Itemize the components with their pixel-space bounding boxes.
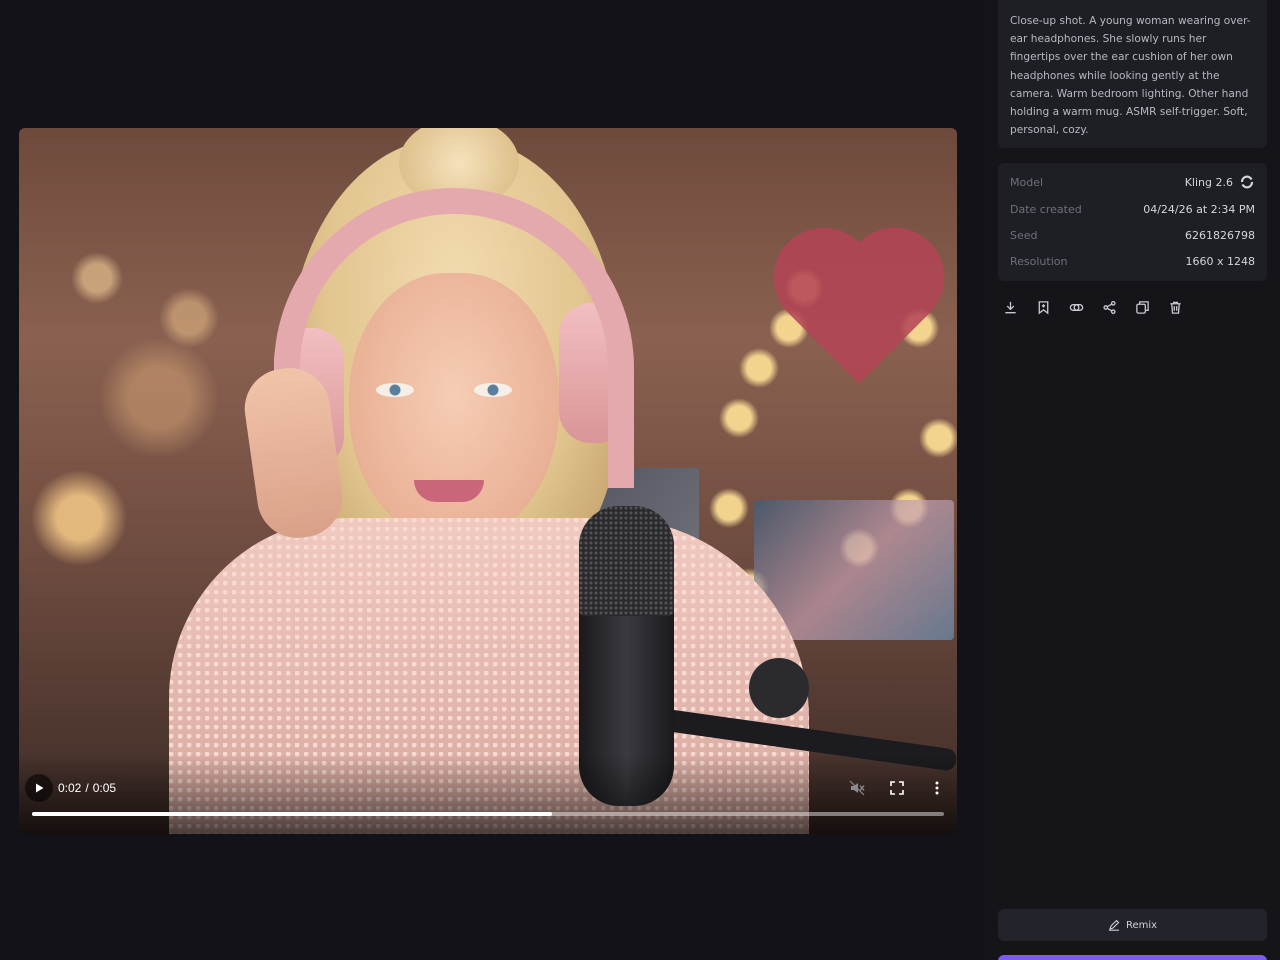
duplicate-icon [1135,300,1149,314]
meta-row-model: Model Kling 2.6 [1010,172,1255,192]
action-toolbar [1002,299,1183,315]
download-button[interactable] [1002,299,1018,315]
progress-bar[interactable] [32,812,944,816]
model-value-group: Kling 2.6 [1185,174,1255,190]
bookmark-icon [1038,300,1048,314]
video-frame-heart-decor [788,242,930,384]
video-frame-monitor [754,500,954,640]
seed-label: Seed [1010,228,1038,242]
video-controls: 0:02 / 0:05 [19,754,957,834]
prompt-card: Close-up shot. A young woman wearing ove… [998,0,1267,148]
kling-logo-icon [1239,174,1255,190]
play-button[interactable] [25,774,53,802]
video-frame-face [349,273,559,543]
main-stage: 0:02 / 0:05 [0,0,984,960]
video-frame-mic-grill [579,506,674,616]
video-frame-eye-left [376,383,414,397]
video-frame-lips [414,480,484,502]
current-time: 0:02 [58,781,82,795]
bookmark-button[interactable] [1035,299,1051,315]
prompt-text: Close-up shot. A young woman wearing ove… [1010,15,1251,137]
remix-pen-icon [1108,919,1120,931]
model-label: Model [1010,175,1044,189]
remix-label: Remix [1125,919,1158,931]
duplicate-button[interactable] [1134,299,1150,315]
model-value: Kling 2.6 [1184,175,1233,189]
remix-button[interactable]: Remix [998,909,1267,941]
metadata-card: Model Kling 2.6 Date created 04/24/26 at… [998,163,1267,281]
more-options-button[interactable] [929,780,945,796]
meta-row-date: Date created 04/24/26 at 2:34 PM [1010,199,1255,219]
video-frame-mic-clamp [749,658,809,718]
mute-button[interactable] [849,780,865,796]
link-button[interactable] [1068,299,1084,315]
progress-fill [32,812,552,816]
seed-value: 6261826798 [1185,228,1255,242]
video-player[interactable]: 0:02 / 0:05 [19,128,957,834]
video-frame-eye-right [474,383,512,397]
date-value: 04/24/26 at 2:34 PM [1143,202,1255,216]
download-icon [1004,301,1016,313]
fullscreen-button[interactable] [889,780,905,796]
share-icon [1102,300,1116,314]
date-label: Date created [1010,202,1082,216]
fullscreen-icon [890,781,904,795]
resolution-label: Resolution [1010,254,1068,268]
meta-row-seed: Seed 6261826798 [1010,225,1255,245]
play-icon [36,783,44,793]
resolution-value: 1660 x 1248 [1185,254,1256,268]
delete-button[interactable] [1167,299,1183,315]
trash-icon [1169,301,1181,314]
muted-speaker-icon [849,780,865,796]
primary-action-button[interactable] [998,955,1267,960]
meta-row-resolution: Resolution 1660 x 1248 [1010,251,1255,271]
time-separator: / [85,781,89,795]
time-display: 0:02 / 0:05 [58,781,116,795]
app-window: 0:02 / 0:05 Close-up shot. A young woman… [0,0,1280,960]
link-icon [1069,303,1083,311]
duration: 0:05 [92,781,117,795]
more-vertical-icon [935,781,939,795]
details-sidebar: Close-up shot. A young woman wearing ove… [984,0,1280,960]
share-button[interactable] [1101,299,1117,315]
